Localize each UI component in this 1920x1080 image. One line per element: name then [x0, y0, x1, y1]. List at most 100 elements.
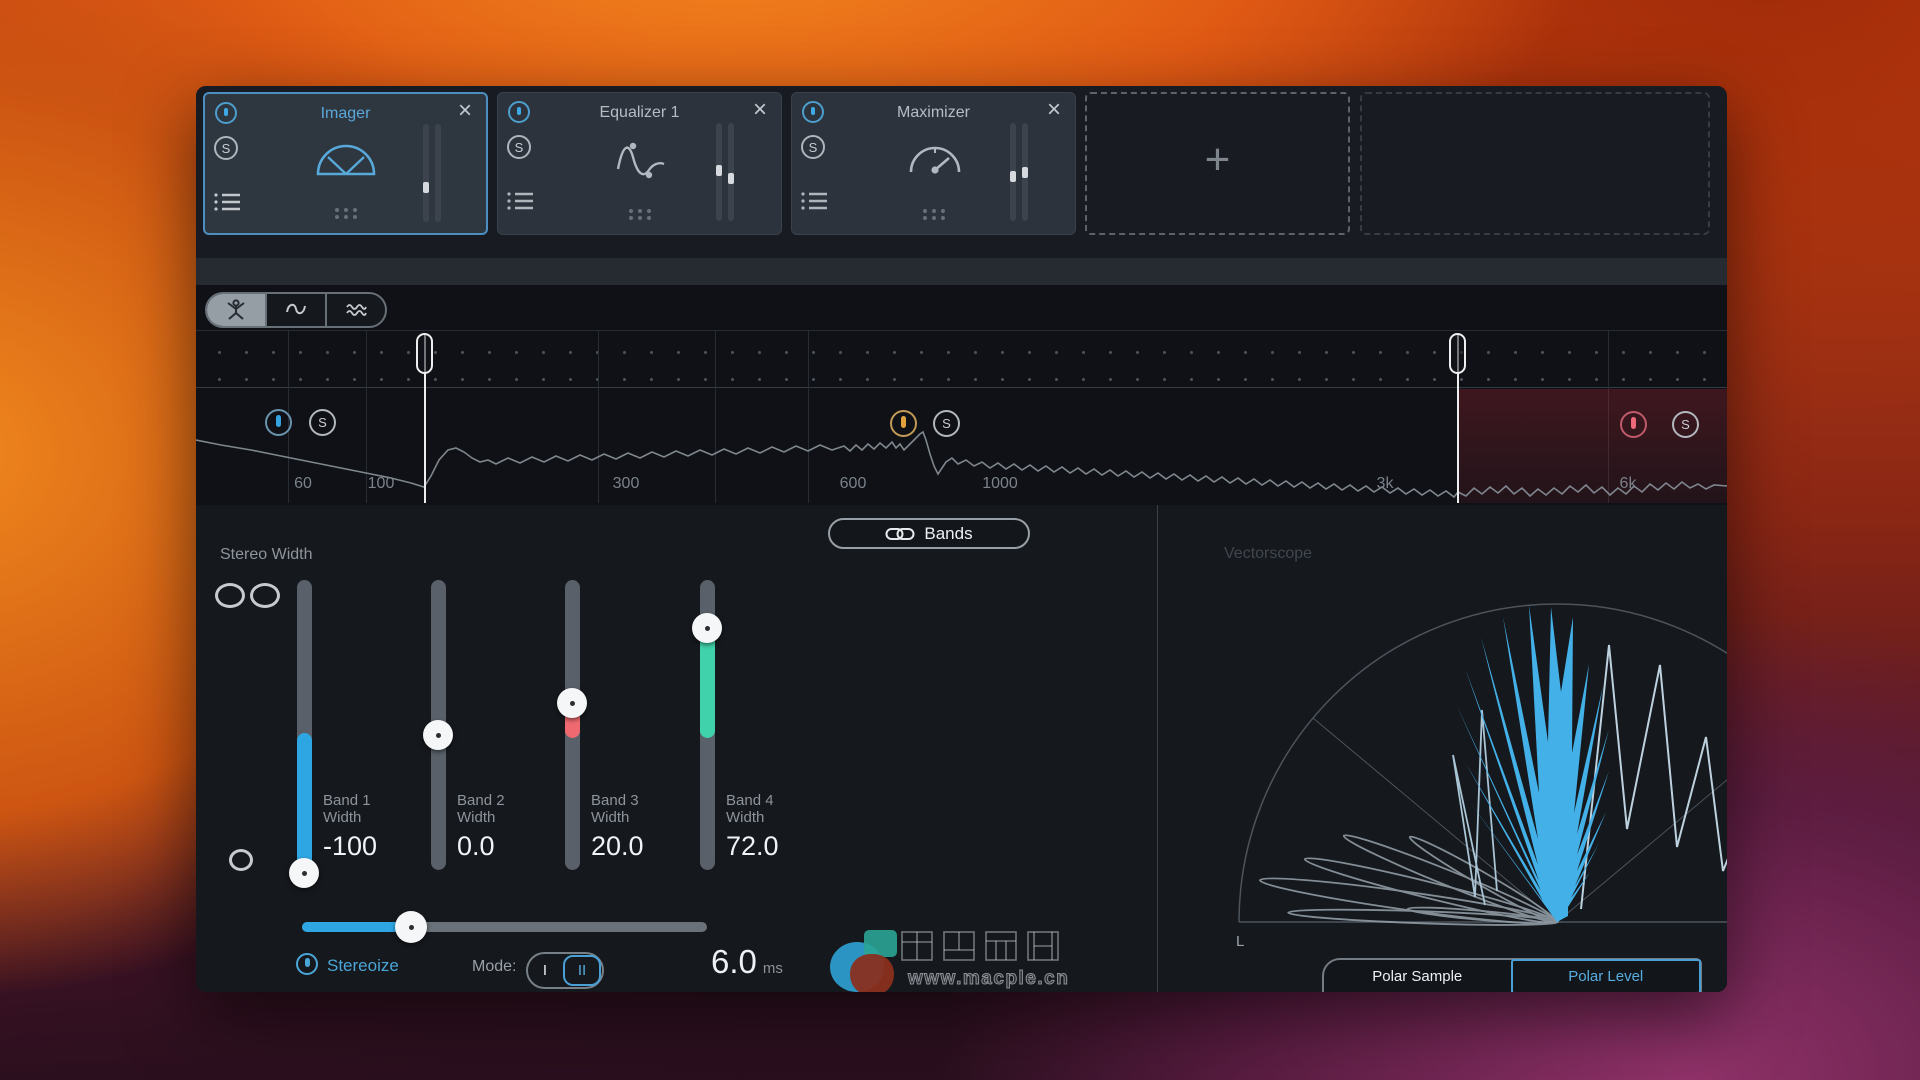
module-tile-equalizer[interactable]: Equalizer 1 × S — [497, 92, 782, 235]
bands-toggle-label: Bands — [924, 524, 972, 544]
freq-label: 3k — [1377, 475, 1394, 493]
band2-power-button[interactable] — [890, 410, 917, 437]
module-title: Maximizer — [792, 104, 1075, 122]
band2-width-slider[interactable] — [431, 580, 446, 870]
drag-handle-icon[interactable] — [921, 207, 947, 222]
polar-sample-button[interactable]: Polar Sample — [1324, 960, 1511, 992]
band3-width-slider[interactable] — [565, 580, 580, 870]
module-tile-maximizer[interactable]: Maximizer × S — [791, 92, 1076, 235]
stereoize-mode-toggle: I II — [526, 952, 604, 989]
crossover-handle-2[interactable] — [1449, 333, 1466, 374]
drag-handle-icon[interactable] — [333, 206, 359, 221]
stereoize-delay-slider[interactable] — [302, 922, 707, 932]
close-icon[interactable]: × — [1047, 98, 1061, 122]
close-icon[interactable]: × — [753, 98, 767, 122]
stereo-link-icon[interactable] — [215, 583, 245, 608]
ozone-imager-window: Imager × S Equalizer 1 × — [196, 86, 1727, 992]
preset-list-icon[interactable] — [214, 192, 240, 214]
maximizer-meter-icon — [905, 137, 963, 179]
band3-label: Band 3Width — [591, 792, 639, 826]
level-meter — [1022, 123, 1028, 221]
equalizer-curve-icon — [612, 137, 668, 185]
lissajous-view-button[interactable] — [267, 294, 327, 326]
view-mode-toolbar — [205, 292, 387, 328]
level-meter — [435, 124, 441, 222]
imager-gauge-icon — [313, 138, 379, 180]
preset-list-icon[interactable] — [507, 191, 533, 213]
band1-solo-button[interactable]: S — [309, 409, 336, 436]
polar-level-button[interactable]: Polar Level — [1511, 959, 1702, 992]
stereoize-slider-thumb[interactable] — [395, 911, 427, 943]
crossover-handle-1[interactable] — [416, 333, 433, 374]
level-meter — [728, 123, 734, 221]
chain-separator-band — [196, 258, 1727, 285]
watermark-logo-square — [864, 930, 897, 957]
watermark-logo-circle — [830, 942, 884, 992]
band2-label: Band 2Width — [457, 792, 505, 826]
watermark-logo-apple — [850, 954, 894, 992]
add-module-slot-partial[interactable] — [1360, 92, 1710, 235]
mode-1-button[interactable]: I — [528, 954, 562, 987]
band4-label: Band 4Width — [726, 792, 774, 826]
band2-solo-button[interactable]: S — [933, 410, 960, 437]
main-panel: Stereo Width Bands — [196, 505, 1727, 992]
freq-label: 60 — [294, 475, 312, 493]
freq-label: 100 — [368, 475, 395, 493]
watermark-cjk-glyphs — [900, 928, 1070, 964]
polar-sample-view-button[interactable] — [207, 294, 267, 326]
stereo-link-icon[interactable] — [250, 583, 280, 608]
band1-slider-thumb[interactable] — [289, 858, 319, 888]
band1-width-slider[interactable] — [297, 580, 312, 870]
stereoize-power-button[interactable] — [296, 953, 318, 975]
mode-label: Mode: — [472, 958, 516, 976]
bands-toggle-button[interactable]: Bands — [828, 518, 1030, 549]
freq-label: 6k — [1620, 475, 1637, 493]
freq-label: 1000 — [982, 475, 1018, 493]
close-icon[interactable]: × — [458, 99, 472, 123]
band2-slider-thumb[interactable] — [423, 720, 453, 750]
band1-value[interactable]: -100 — [323, 831, 377, 862]
mode-2-button[interactable]: II — [563, 955, 601, 986]
crossover-analyzer: S S S 60 100 300 600 1000 3k 6k — [196, 285, 1727, 505]
band2-value[interactable]: 0.0 — [457, 831, 495, 862]
vectorscope-display — [1157, 505, 1727, 992]
plus-icon: + — [1087, 135, 1348, 185]
level-meter — [716, 123, 722, 221]
mono-icon[interactable] — [229, 849, 253, 871]
band4-power-button[interactable] — [1620, 411, 1647, 438]
desktop-wallpaper: Imager × S Equalizer 1 × — [0, 0, 1920, 1080]
stereo-width-title: Stereo Width — [220, 546, 312, 564]
solo-button[interactable]: S — [507, 135, 531, 159]
add-module-slot[interactable]: + — [1085, 92, 1350, 235]
polar-mode-control: Polar Sample Polar Level — [1322, 958, 1702, 992]
solo-button[interactable]: S — [801, 135, 825, 159]
module-chain: Imager × S Equalizer 1 × — [196, 86, 1727, 258]
link-icon — [885, 526, 915, 542]
band3-value[interactable]: 20.0 — [591, 831, 644, 862]
module-tile-imager[interactable]: Imager × S — [203, 92, 488, 235]
band4-width-slider[interactable] — [700, 580, 715, 870]
band3-slider-thumb[interactable] — [557, 688, 587, 718]
site-watermark: www.macple.cn — [826, 924, 1086, 992]
drag-handle-icon[interactable] — [627, 207, 653, 222]
module-title: Imager — [205, 105, 486, 123]
solo-button[interactable]: S — [214, 136, 238, 160]
band4-value[interactable]: 72.0 — [726, 831, 779, 862]
left-channel-label: L — [1236, 933, 1244, 950]
preset-list-icon[interactable] — [801, 191, 827, 213]
band4-solo-button[interactable]: S — [1672, 411, 1699, 438]
band1-power-button[interactable] — [265, 409, 292, 436]
correlation-view-button[interactable] — [327, 294, 385, 326]
delay-value: 6.0 — [711, 943, 757, 981]
stereoize-delay-readout[interactable]: 6.0 ms — [711, 943, 783, 981]
band1-label: Band 1Width — [323, 792, 371, 826]
freq-label: 300 — [613, 475, 640, 493]
stereoize-label[interactable]: Stereoize — [327, 956, 399, 976]
module-title: Equalizer 1 — [498, 104, 781, 122]
delay-unit: ms — [763, 960, 783, 977]
level-meter — [1010, 123, 1016, 221]
freq-label: 600 — [840, 475, 867, 493]
watermark-url: www.macple.cn — [908, 968, 1069, 990]
level-meter — [423, 124, 429, 222]
band4-slider-thumb[interactable] — [692, 613, 722, 643]
